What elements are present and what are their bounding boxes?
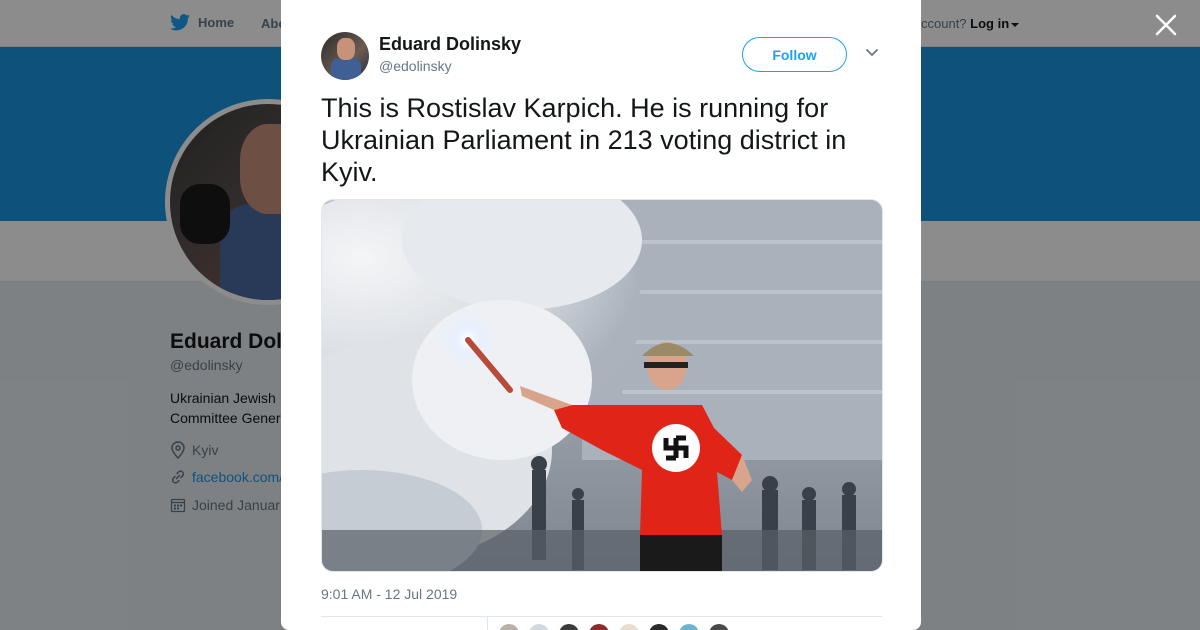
stats-column-divider xyxy=(487,617,488,630)
stadium-flare-photo xyxy=(322,200,882,571)
liker-avatar[interactable] xyxy=(499,624,519,630)
tweet-text: This is Rostislav Karpich. He is running… xyxy=(321,93,847,187)
tweet-author-handle[interactable]: @edolinsky xyxy=(379,58,452,74)
liker-avatar[interactable] xyxy=(709,624,729,630)
close-icon[interactable] xyxy=(1154,13,1178,37)
tweet-author-avatar[interactable] xyxy=(321,32,369,80)
liker-avatar[interactable] xyxy=(529,624,549,630)
chevron-down-icon[interactable] xyxy=(865,48,879,58)
liker-avatar[interactable] xyxy=(589,624,609,630)
stats-divider xyxy=(321,616,882,617)
tweet-author-name[interactable]: Eduard Dolinsky xyxy=(379,34,521,55)
liker-avatar[interactable] xyxy=(559,624,579,630)
tweet-photo[interactable] xyxy=(321,199,883,572)
tweet-modal: Eduard Dolinsky @edolinsky Follow This i… xyxy=(281,0,921,630)
liker-avatar[interactable] xyxy=(649,624,669,630)
liker-avatar[interactable] xyxy=(679,624,699,630)
follow-button[interactable]: Follow xyxy=(742,37,847,72)
tweet-timestamp[interactable]: 9:01 AM - 12 Jul 2019 xyxy=(321,586,457,602)
likers-avatar-row xyxy=(499,624,729,630)
liker-avatar[interactable] xyxy=(619,624,639,630)
